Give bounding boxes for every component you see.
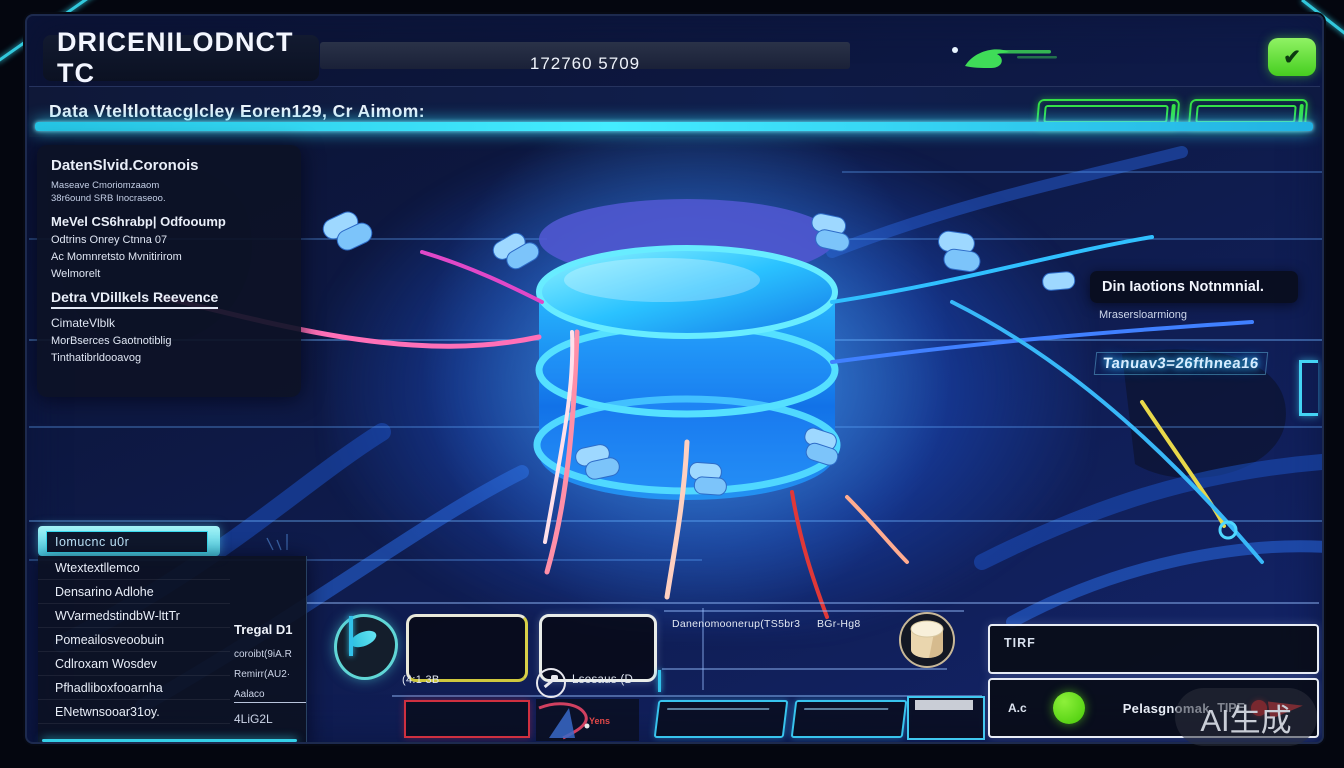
info-code-text: BGr-Hg8 bbox=[817, 618, 861, 630]
left-panel-row: CimateVlblk bbox=[51, 316, 289, 330]
status-green-dot bbox=[1053, 692, 1085, 724]
menu-item[interactable]: Densarino Adlohe bbox=[38, 580, 230, 604]
info-line-text: Danenomoonerup(TS5br3 bbox=[672, 618, 800, 630]
battery-cap bbox=[1298, 104, 1304, 124]
left-panel-row: Tinthatibrldooavog bbox=[51, 352, 289, 364]
dashboard-screen: DRICENILODNCT TC 172760 5709 ✔ Data Vtel… bbox=[0, 0, 1344, 768]
check-icon: ✔ bbox=[1283, 45, 1301, 70]
right-info-heading-chip: Din Iaotions Notnmnial. bbox=[1090, 271, 1298, 303]
gem-button[interactable] bbox=[334, 614, 398, 680]
left-panel-row: MorBserces Gaotnotiblig bbox=[51, 335, 289, 347]
menu-header-label: Iomucnc u0r bbox=[46, 531, 208, 553]
left-panel-subline: 38r6ound SRB Inocraseoo. bbox=[51, 192, 289, 205]
slot1-label: (4:1 3B bbox=[402, 674, 440, 686]
inner-line bbox=[667, 708, 769, 710]
menu-item[interactable]: ENetwnsooar31oy. bbox=[38, 700, 230, 724]
watermark-text: AI生成 bbox=[1200, 695, 1291, 740]
left-panel-row: Ac Momnretsto Mvnitirirom bbox=[51, 251, 289, 263]
menu-panel: Wtextextllemco Densarino Adlohe WVarmeds… bbox=[38, 556, 307, 744]
side-list-row: 4LiG2L bbox=[234, 712, 306, 726]
left-panel-heading-2: Detra VDillkels Reevence bbox=[51, 289, 218, 309]
slot-card-1[interactable] bbox=[406, 614, 528, 682]
left-panel-row: Odtrins Onrey Ctnna 07 bbox=[51, 234, 289, 246]
battery-fill bbox=[1195, 105, 1297, 123]
menu-item[interactable]: Wtextextllemco bbox=[38, 556, 230, 580]
confirm-button[interactable]: ✔ bbox=[1268, 38, 1316, 76]
right-info-heading: Din Iaotions Notnmnial. bbox=[1102, 279, 1264, 295]
gray-fill-bar bbox=[915, 700, 973, 710]
right-info-glow-text: Tanuav3=26fthnea16 bbox=[1094, 352, 1268, 375]
left-panel-subline: Maseave Cmoriomzaaom bbox=[51, 179, 289, 192]
side-list-row: Remirr(AU2· bbox=[234, 669, 306, 680]
left-panel-heading: DatenSlvid.Coronois bbox=[51, 157, 289, 174]
header-text: Data Vteltlottacglcley Eoren129, Cr Aimo… bbox=[49, 101, 425, 122]
menu-header-bar: Iomucnc u0r bbox=[38, 526, 220, 556]
battery-cap bbox=[1170, 104, 1176, 124]
hammer-tool-button[interactable] bbox=[536, 668, 566, 698]
menu-item[interactable]: WVarmedstindbW-lttTr bbox=[38, 604, 230, 628]
cyan-button-2[interactable] bbox=[791, 700, 908, 738]
battery-fill bbox=[1043, 105, 1169, 123]
side-list-title: Tregal D1 bbox=[234, 622, 306, 637]
mini-red-label: Yens bbox=[589, 716, 610, 726]
type-input[interactable]: TIRF bbox=[988, 624, 1319, 674]
menu-item[interactable]: Pomeailosveoobuin bbox=[38, 628, 230, 652]
side-list-row: coroibt(9iA.R bbox=[234, 649, 306, 660]
left-panel-row: Welmorelt bbox=[51, 268, 289, 280]
edge-bracket-decor bbox=[1299, 360, 1318, 416]
menu-item[interactable]: Pfhadliboxfooarnha bbox=[38, 676, 230, 700]
left-info-panel: DatenSlvid.Coronois Maseave Cmoriomzaaom… bbox=[37, 145, 301, 397]
menu-glow-underline bbox=[42, 739, 297, 742]
type-input-value: TIRF bbox=[990, 626, 1317, 650]
swoosh-logo-icon bbox=[947, 38, 1067, 82]
app-title-box: DRICENILODNCT TC bbox=[43, 35, 319, 81]
inner-line bbox=[804, 708, 888, 710]
counter-value: 172760 5709 bbox=[530, 54, 640, 74]
hammer-icon-head bbox=[551, 675, 558, 681]
mixed-decor-box bbox=[535, 698, 640, 742]
center-glow bbox=[327, 136, 1087, 636]
side-list-row: Aalaco bbox=[234, 689, 306, 703]
slot2-label: Lsosaus (D bbox=[572, 674, 633, 686]
cyan-button-3[interactable] bbox=[907, 696, 985, 740]
divider-line bbox=[392, 695, 982, 697]
app-title: DRICENILODNCT TC bbox=[57, 27, 319, 89]
cream-database-icon bbox=[899, 608, 955, 672]
divider-line bbox=[307, 602, 1319, 604]
right-info-subtext: Mrasersloarmiong bbox=[1099, 309, 1187, 321]
cyan-button-1[interactable] bbox=[654, 700, 789, 738]
cyan-divider bbox=[35, 122, 1313, 131]
menu-item[interactable]: Cdlroxam Wosdev bbox=[38, 652, 230, 676]
red-outline-button[interactable] bbox=[404, 700, 530, 738]
top-progress-strip: 172760 5709 bbox=[320, 42, 850, 69]
ac-label: A.c bbox=[1008, 701, 1027, 715]
tick-mark bbox=[349, 616, 353, 656]
ai-watermark: AI生成 bbox=[1175, 688, 1317, 746]
tick-mark bbox=[658, 670, 661, 692]
left-panel-row: MeVel CS6hrabp| Odfooump bbox=[51, 214, 289, 229]
side-list: Tregal D1 coroibt(9iA.R Remirr(AU2· Aala… bbox=[234, 622, 306, 735]
main-frame: DRICENILODNCT TC 172760 5709 ✔ Data Vtel… bbox=[25, 14, 1324, 744]
